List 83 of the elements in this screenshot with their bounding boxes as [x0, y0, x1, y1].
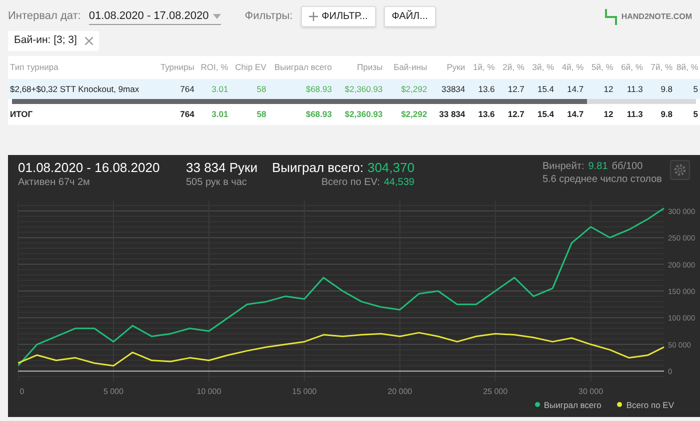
column-header[interactable]: Chip EV	[230, 56, 268, 78]
winrate-value: 9.81	[588, 160, 608, 173]
winrate-label: Винрейт:	[542, 160, 584, 173]
column-header[interactable]: Призы	[334, 56, 385, 78]
x-tick-label: 30 000	[578, 386, 604, 396]
column-header[interactable]: 2й, %	[496, 56, 526, 78]
table-cell: $2,360.93	[334, 78, 385, 100]
table-cell: 58	[230, 78, 268, 100]
table-cell: 5	[674, 104, 700, 125]
column-header[interactable]: 5й, %	[586, 56, 616, 78]
add-filter-button[interactable]: ФИЛЬТР...	[300, 6, 376, 27]
scrollbar-thumb[interactable]	[12, 99, 587, 104]
table-cell: 13.6	[467, 104, 497, 125]
column-header[interactable]: 1й, %	[467, 56, 497, 78]
x-tick-label: 5 000	[103, 386, 124, 396]
logo-text: HAND2NOTE.COM	[621, 10, 692, 22]
column-header[interactable]: Руки	[429, 56, 468, 78]
tables-text: 5.6 среднее число столов	[542, 173, 662, 186]
won-value: 304,370	[367, 160, 414, 176]
column-header[interactable]: Турниры	[156, 56, 196, 78]
column-header[interactable]: 8й, %	[674, 56, 700, 78]
ev-label: Всего по EV:	[321, 176, 380, 189]
plus-icon	[308, 12, 318, 21]
table-cell: 11.3	[615, 78, 645, 100]
table-cell: 14.7	[556, 78, 586, 100]
table-cell: 9.8	[644, 78, 675, 100]
x-tick-label: 25 000	[483, 386, 508, 396]
logo-icon	[605, 8, 618, 24]
table-cell: 3.01	[196, 104, 230, 125]
table-cell: 14.7	[556, 104, 586, 125]
legend-label[interactable]: Выиграл всего	[544, 398, 602, 412]
table-cell: $2,292	[384, 104, 430, 125]
table-cell: 58	[230, 104, 268, 125]
x-tick-label: 15 000	[292, 386, 317, 396]
caret-icon	[212, 14, 221, 18]
hands-rate-text: 505 рук в час	[186, 176, 248, 189]
column-header[interactable]: Бай-ины	[384, 56, 430, 78]
settings-icon	[673, 163, 687, 177]
close-icon[interactable]	[84, 36, 93, 45]
column-header[interactable]: 3й, %	[526, 56, 556, 78]
filter-chip-label: Бай-ин: [3; 3]	[14, 33, 77, 48]
table-cell: 5	[674, 78, 700, 100]
scrollbar[interactable]	[12, 99, 696, 104]
date-label: Интервал дат:	[8, 9, 81, 24]
winrate-unit: бб/100	[612, 160, 643, 173]
table-cell: 12.7	[496, 78, 526, 100]
column-header[interactable]: 6й, %	[615, 56, 645, 78]
active-time-text: Активен 67ч 2м	[18, 176, 91, 189]
table-cell: $68.93	[268, 78, 334, 100]
filters-label: Фильтры:	[244, 9, 293, 24]
table-cell: 764	[156, 78, 196, 100]
legend-label[interactable]: Всего по EV	[626, 398, 674, 412]
table-cell: $2,292	[384, 78, 430, 100]
x-tick-label: 20 000	[388, 386, 412, 396]
ev-value: 44,539	[384, 176, 414, 189]
file-button[interactable]: ФАЙЛ...	[384, 6, 436, 27]
table-cell: 15.4	[526, 78, 556, 100]
table-cell: 33834	[429, 78, 468, 100]
table-cell: 33 834	[429, 104, 468, 125]
period-text: 01.08.2020 - 16.08.2020	[18, 160, 161, 176]
table-cell: 764	[156, 104, 196, 125]
table-cell: 12	[586, 104, 616, 125]
table-cell: $2,68+$0,32 STT Knockout, 9max	[8, 78, 156, 100]
column-header[interactable]: 4й, %	[556, 56, 586, 78]
table-cell: ИТОГ	[8, 104, 156, 125]
table-cell: 3.01	[196, 78, 230, 100]
table-cell: 15.4	[526, 104, 556, 125]
date-range-dropdown[interactable]: 01.08.2020 - 17.08.2020	[88, 8, 221, 26]
x-tick-label: 0	[20, 386, 24, 396]
table-cell: 13.6	[467, 78, 497, 100]
column-header[interactable]: 7й, %	[644, 56, 675, 78]
column-header[interactable]: ROI, %	[196, 56, 230, 78]
table-cell: 12.7	[496, 104, 526, 125]
won-label: Выиграл всего:	[272, 160, 364, 176]
hands-count: 33 834 Руки	[186, 160, 258, 176]
column-header[interactable]: Выиграл всего	[268, 56, 334, 78]
x-tick-label: 10 000	[196, 386, 222, 396]
table-cell: $68.93	[268, 104, 334, 125]
table-cell: 12	[586, 78, 616, 100]
table-cell: 11.3	[615, 104, 645, 125]
table-cell: $2,360.93	[334, 104, 385, 125]
table-cell: 9.8	[644, 104, 675, 125]
column-header[interactable]: Тип турнира	[8, 56, 156, 78]
